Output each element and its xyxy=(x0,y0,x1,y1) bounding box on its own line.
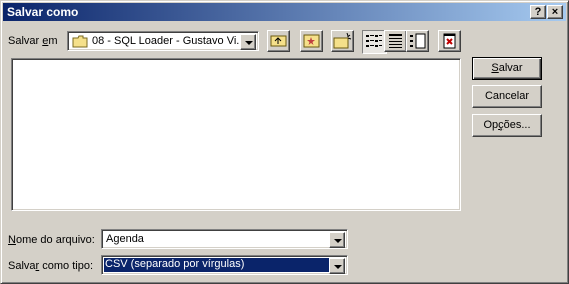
file-type-label: Salvar como tipo: xyxy=(8,260,94,272)
properties-view-icon xyxy=(410,33,426,49)
close-button[interactable]: × xyxy=(547,5,563,19)
up-folder-button[interactable] xyxy=(267,30,290,52)
details-view-button[interactable] xyxy=(384,30,407,52)
file-name-value: Agenda xyxy=(106,233,144,245)
save-in-dropdown-arrow[interactable] xyxy=(240,34,256,50)
save-as-dialog: Salvar como ? × Salvar em 08 - SQL Loade… xyxy=(0,0,569,284)
folder-icon xyxy=(72,35,88,51)
window-title: Salvar como xyxy=(7,5,79,19)
save-in-dropdown[interactable]: 08 - SQL Loader - Gustavo Vi... xyxy=(67,31,259,51)
file-type-value: CSV (separado por vírgulas) xyxy=(103,257,332,273)
new-folder-icon xyxy=(333,32,352,49)
chevron-down-icon xyxy=(245,41,253,45)
desktop-button[interactable] xyxy=(300,30,323,52)
chevron-down-icon xyxy=(334,239,342,243)
up-folder-icon xyxy=(270,35,287,47)
new-folder-button[interactable] xyxy=(331,30,354,52)
file-type-dropdown[interactable]: CSV (separado por vírgulas) xyxy=(101,255,348,275)
desktop-icon xyxy=(303,34,320,48)
file-type-dropdown-arrow[interactable] xyxy=(329,258,345,274)
file-name-label: Nome do arquivo: xyxy=(8,234,95,246)
tools-button[interactable] xyxy=(438,30,461,52)
save-in-value: 08 - SQL Loader - Gustavo Vi... xyxy=(92,35,240,47)
cancel-button[interactable]: Cancelar xyxy=(472,85,542,108)
title-bar[interactable]: Salvar como ? × xyxy=(3,3,566,21)
file-name-dropdown-arrow[interactable] xyxy=(329,232,345,248)
chevron-down-icon xyxy=(334,265,342,269)
properties-view-button[interactable] xyxy=(406,30,429,52)
save-button[interactable]: Salvar xyxy=(472,57,542,80)
options-button[interactable]: Opções... xyxy=(472,114,542,137)
details-view-icon xyxy=(389,34,402,48)
tools-icon xyxy=(443,33,456,49)
save-in-label: Salvar em xyxy=(8,35,58,47)
file-name-input[interactable]: Agenda xyxy=(101,229,348,249)
list-view-icon xyxy=(366,35,382,47)
help-button[interactable]: ? xyxy=(530,5,546,19)
file-list[interactable] xyxy=(11,58,461,211)
